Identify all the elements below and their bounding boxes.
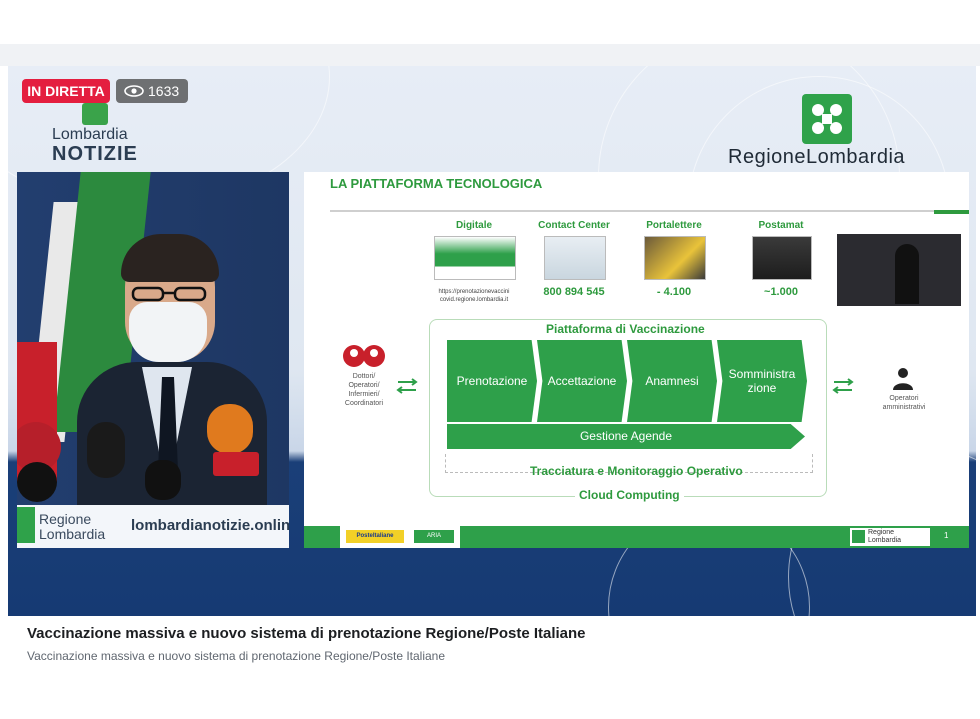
poste-italiane-logo: PosteItaliane [346,530,404,543]
slide-divider [330,210,940,212]
vaccination-platform-title: Piattaforma di Vaccinazione [546,322,705,336]
channel-label: Postamat [758,220,804,231]
video-description: Vaccinazione massiva e nuovo sistema di … [27,649,446,663]
digital-screenshot-thumbnail [434,236,516,280]
interpreter-figure [895,244,919,304]
channel-url-line2: covid.regione.lombardia.it [439,297,509,303]
eye-icon [124,85,144,97]
lower-third-region-line2: Lombardia [39,526,106,542]
microphone-icon [207,404,253,454]
top-strip [0,44,980,66]
channel-value: - 4.100 [656,286,692,298]
viewer-count: 1633 [116,79,188,103]
speaker-hair [121,234,219,282]
lombardia-notizie-line2: NOTIZIE [52,143,138,165]
admin-group-label: Operatori amministrativi [874,394,934,412]
postamat-thumbnail [752,236,812,280]
staff-label-line: Infermieri/ [348,391,380,398]
step-somministrazione: Somministra zione [717,340,807,422]
regione-lombardia-wordmark: RegioneLombardia [728,146,906,168]
lombardia-notizie-line1: Lombardia [52,126,128,143]
step-accettazione: Accettazione [537,340,627,422]
regione-mini-line1: Regione [868,529,895,536]
channel-label: Digitale [455,220,493,231]
channel-value: 800 894 545 [543,286,605,298]
staff-users-icon [343,345,385,367]
regione-mini-icon [852,530,865,543]
tracking-label: Tracciatura e Monitoraggio Operativo [530,464,743,478]
microphone-icon [17,462,57,502]
presentation-slide: LA PIATTAFORMA TECNOLOGICA Digitale http… [304,172,969,548]
slide-divider-accent [934,210,969,214]
exchange-arrows-icon [396,378,418,394]
postman-thumbnail [644,236,706,280]
channel-label: Portalettere [646,220,702,231]
cloud-computing-label: Cloud Computing [575,488,684,502]
step-prenotazione: Prenotazione [447,340,537,422]
lower-third-region-line1: Regione [39,511,92,527]
regione-lombardia-logo-icon [802,94,852,144]
slide-page-number: 1 [944,531,949,540]
channel-label: Contact Center [538,220,610,231]
regione-logo-icon [17,507,35,543]
channel-value: ~1.000 [764,286,798,298]
admin-label-line: Operatori [889,395,919,402]
speaker-face-mask [129,302,207,362]
step-somministrazione-line2: zione [747,381,777,395]
speaker-camera-feed [17,172,289,548]
microphone-icon [213,452,259,476]
lombardia-notizie-logo-icon [82,103,108,125]
gestione-agende-bar: Gestione Agende [447,424,805,449]
channel-url-line1: https://prenotazionevaccini [438,289,510,295]
admin-label-line: amministrativi [882,404,926,411]
regione-mini-line2: Lombardia [868,537,902,544]
microphone-icon [145,460,181,500]
contact-center-thumbnail [544,236,606,280]
lower-third-url: lombardianotizie.onlin [131,517,291,534]
step-anamnesi: Anamnesi [627,340,717,422]
regione-mini-text: Regione Lombardia [868,529,901,545]
sign-language-interpreter-feed [837,234,961,306]
regione-lombardia-mini-logo: Regione Lombardia [850,528,930,546]
step-somministrazione-line1: Somministra [728,367,796,381]
top-bar [0,0,980,44]
viewer-count-value: 1633 [148,83,180,99]
admin-user-icon [893,368,913,390]
slide-title: LA PIATTAFORMA TECNOLOGICA [330,176,543,191]
aria-logo: ARIA [414,530,454,543]
staff-label-line: Operatori/ [348,382,380,389]
glasses-icon [131,286,207,302]
speaker-lower-third: Regione Lombardia lombardianotizie.onlin [17,505,291,548]
exchange-arrows-icon [832,378,854,394]
live-badge: IN DIRETTA [22,79,110,103]
staff-label-line: Dottori/ [352,373,376,380]
video-title[interactable]: Vaccinazione massiva e nuovo sistema di … [27,625,586,642]
staff-group-label: Dottori/ Operatori/ Infermieri/ Coordina… [334,372,394,408]
microphone-icon [87,422,125,478]
staff-label-line: Coordinatori [344,400,384,407]
